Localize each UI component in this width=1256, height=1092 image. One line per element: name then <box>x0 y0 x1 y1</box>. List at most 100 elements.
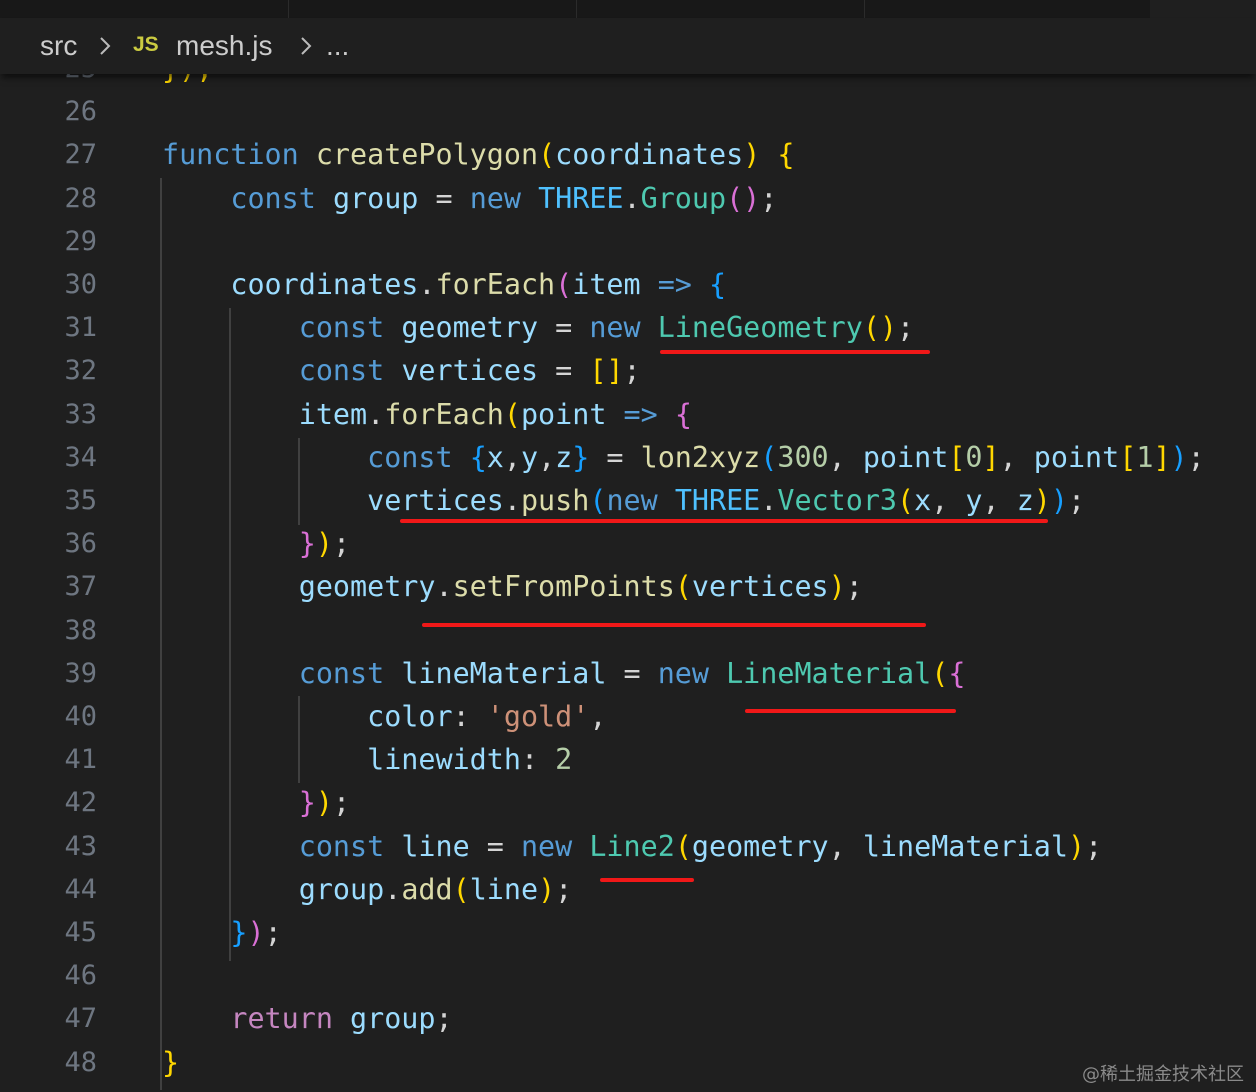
code-token: . <box>760 484 778 517</box>
code-line[interactable]: 36 }); <box>0 522 1256 565</box>
code-token: , <box>931 484 966 517</box>
code-line[interactable]: 26 <box>0 90 1256 133</box>
code-line[interactable]: 41 linewidth: 2 <box>0 738 1256 781</box>
code-token: [ <box>1119 440 1137 474</box>
code-token: ( <box>503 397 521 431</box>
code-token: item <box>572 268 641 301</box>
code-line[interactable]: 44 group.add(line); <box>0 868 1256 911</box>
code-token: . <box>435 570 453 604</box>
code-line[interactable]: 45 }); <box>0 911 1256 954</box>
code-token: = <box>538 311 590 345</box>
code-editor[interactable]: 25});2627function createPolygon(coordina… <box>0 48 1256 1092</box>
line-number: 46 <box>64 960 97 992</box>
code-line[interactable]: 40 color: 'gold', <box>0 695 1256 738</box>
code-line[interactable]: 33 item.forEach(point => { <box>0 393 1256 436</box>
tab-separator <box>288 0 289 18</box>
code-token: ) <box>247 916 265 949</box>
code-text: group.add(line); <box>162 868 573 911</box>
code-token: . <box>367 397 385 431</box>
indent-guide <box>298 438 300 525</box>
code-token: Group <box>640 181 727 215</box>
code-text: }); <box>162 522 350 565</box>
code-token: ; <box>1085 829 1103 863</box>
code-token: THREE <box>674 484 761 517</box>
code-token: point <box>520 397 607 431</box>
code-token: const <box>298 354 385 388</box>
code-token: createPolygon <box>315 138 539 172</box>
line-number: 42 <box>64 787 97 819</box>
code-token: = <box>469 829 521 863</box>
code-token: const <box>298 829 385 863</box>
line-number: 41 <box>64 744 97 776</box>
code-line[interactable]: 43 const line = new Line2(geometry, line… <box>0 825 1256 868</box>
code-token: ( <box>931 656 949 690</box>
code-token: x <box>486 440 504 474</box>
code-token: , <box>982 484 1017 517</box>
annotation-underline <box>600 878 694 882</box>
code-line[interactable]: 34 const {x,y,z} = lon2xyz(300, point[0]… <box>0 436 1256 479</box>
code-token: ] <box>982 440 1000 474</box>
breadcrumb-file[interactable]: mesh.js <box>176 30 272 62</box>
breadcrumb-symbol[interactable]: ... <box>326 30 349 62</box>
code-text: geometry.setFromPoints(vertices); <box>162 565 863 608</box>
line-number: 44 <box>64 873 97 905</box>
code-line[interactable]: 30 coordinates.forEach(item => { <box>0 263 1256 306</box>
code-token: = <box>589 440 641 474</box>
code-token: group <box>298 872 385 906</box>
code-token: setFromPoints <box>452 570 675 604</box>
code-token: 2 <box>555 743 573 777</box>
code-token: ; <box>264 916 282 949</box>
code-line[interactable]: 28 const group = new THREE.Group(); <box>0 177 1256 220</box>
code-token: new <box>606 484 658 517</box>
code-token: ) <box>743 138 761 172</box>
tab-bar <box>0 0 1256 18</box>
line-number: 35 <box>64 485 97 516</box>
code-text: const geometry = new LineGeometry(); <box>162 306 914 349</box>
code-token: ( <box>538 138 556 172</box>
code-token: Line2 <box>589 829 675 863</box>
code-line[interactable]: 31 const geometry = new LineGeometry(); <box>0 306 1256 349</box>
code-token: } <box>572 440 590 474</box>
chevron-right-icon <box>301 37 312 55</box>
code-token: Vector3 <box>777 484 898 517</box>
breadcrumb-folder[interactable]: src <box>40 30 77 62</box>
code-token: : <box>452 700 487 733</box>
chevron-right-icon <box>100 37 111 55</box>
code-line[interactable]: 48} <box>0 1041 1256 1084</box>
code-line[interactable]: 42 }); <box>0 781 1256 824</box>
annotation-underline <box>745 709 956 713</box>
code-token: line <box>469 872 539 906</box>
code-text: }); <box>162 781 350 824</box>
code-line[interactable]: 32 const vertices = []; <box>0 349 1256 392</box>
code-line[interactable]: 47 return group; <box>0 997 1256 1040</box>
code-token: ( <box>555 268 573 301</box>
line-number: 47 <box>64 1003 97 1035</box>
code-line[interactable]: 46 <box>0 954 1256 997</box>
code-line[interactable]: 37 geometry.setFromPoints(vertices); <box>0 565 1256 608</box>
code-token: { <box>777 138 795 172</box>
code-token: () <box>862 311 898 345</box>
line-number: 26 <box>64 96 97 128</box>
code-token: geometry <box>691 829 829 863</box>
code-token: vertices <box>691 570 829 604</box>
line-number: 33 <box>64 398 97 430</box>
code-token: . <box>623 181 641 215</box>
code-line[interactable]: 38 <box>0 609 1256 652</box>
code-text: vertices.push(new THREE.Vector3(x, y, z)… <box>162 479 1085 522</box>
code-line[interactable]: 39 const lineMaterial = new LineMaterial… <box>0 652 1256 695</box>
code-token: 1 <box>1136 440 1154 474</box>
code-token: ; <box>555 872 573 906</box>
code-line[interactable]: 29 <box>0 220 1256 263</box>
code-token: ) <box>538 872 556 906</box>
code-line[interactable]: 27 function createPolygon(coordinates) { <box>0 133 1256 176</box>
code-token: const <box>367 440 453 474</box>
code-line[interactable]: 35 vertices.push(new THREE.Vector3(x, y,… <box>0 479 1256 522</box>
code-token: lon2xyz <box>640 440 761 474</box>
line-number: 39 <box>64 657 97 689</box>
code-token: new <box>520 829 573 863</box>
